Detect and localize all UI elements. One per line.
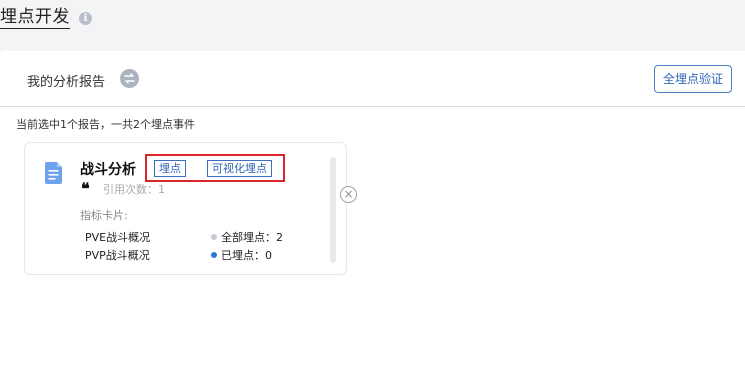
tag-highlight-box: 埋点 可视化埋点 [145,154,285,182]
stat-value: 2 [276,231,283,244]
page-header: 埋点开发 i [0,0,745,44]
quote-icon: ❝ [81,179,90,198]
stat-label: 全部埋点： [221,231,276,244]
stat-all-tracking: 全部埋点：2 [211,229,283,245]
selection-summary: 当前选中1个报告，一共2个埋点事件 [16,118,195,131]
status-dot [211,234,217,240]
tag-tracking[interactable]: 埋点 [154,160,186,177]
panel-title: 我的分析报告 [27,75,106,90]
document-icon [45,162,62,184]
info-icon[interactable]: i [79,12,92,25]
report-panel: 我的分析报告 全埋点验证 当前选中1个报告，一共2个埋点事件 战斗分析 埋点 可… [0,51,745,389]
card-scrollbar[interactable] [330,157,336,263]
full-tracking-verify-button[interactable]: 全埋点验证 [654,65,732,93]
citation-label: 引用次数： [103,183,158,196]
citation-value: 1 [158,183,165,196]
report-card[interactable]: 战斗分析 埋点 可视化埋点 ❝ 引用次数：1 指标卡片: PVE战斗概况 PVP… [24,142,347,275]
close-icon[interactable]: × [340,186,357,203]
metric-item: PVP战斗概况 [85,249,150,262]
metric-item: PVE战斗概况 [85,231,151,244]
citation-count: 引用次数：1 [103,181,165,197]
stat-value: 0 [265,249,272,262]
report-switch-icon[interactable] [120,69,139,88]
report-title: 战斗分析 [80,162,136,178]
panel-header: 我的分析报告 全埋点验证 [0,51,745,107]
page-title: 埋点开发 [0,7,70,29]
metrics-header: 指标卡片: [80,209,128,222]
stat-label: 已埋点： [221,249,265,262]
stat-tracked: 已埋点：0 [211,247,272,263]
status-dot [211,252,217,258]
tag-visual-tracking[interactable]: 可视化埋点 [207,160,272,177]
